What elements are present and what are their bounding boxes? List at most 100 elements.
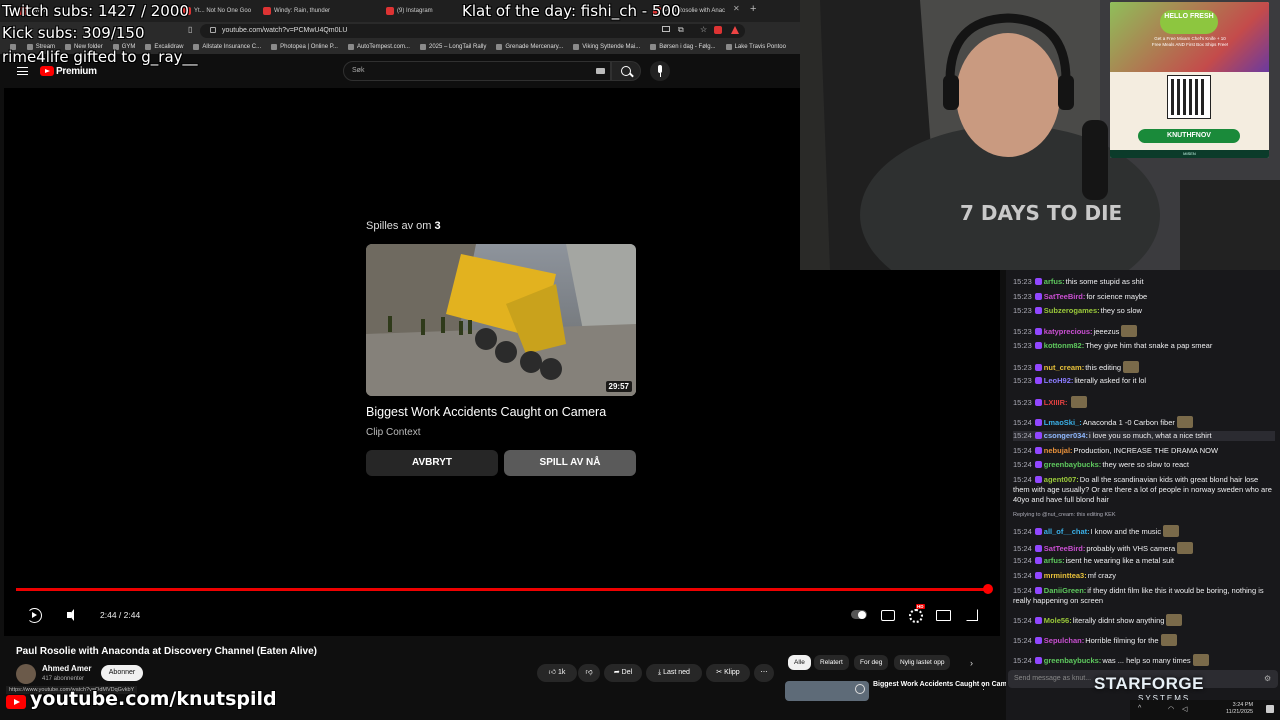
chat-username[interactable]: DaniiGreen:	[1044, 586, 1087, 595]
chat-username[interactable]: Sepulchan:	[1044, 636, 1084, 645]
recommended-more-icon[interactable]: ⋮	[979, 681, 988, 692]
chat-text: Anaconda 1 -0 Carbon fiber	[1082, 418, 1175, 427]
chat-username[interactable]: all_of__chat:	[1044, 527, 1090, 536]
autoplay-toggle[interactable]	[851, 610, 867, 619]
theater-mode-icon[interactable]	[935, 606, 953, 624]
progress-bar[interactable]	[16, 584, 993, 594]
bookmark-item[interactable]: Børsen i dag - Følg...	[650, 40, 716, 54]
captions-icon[interactable]	[880, 606, 898, 624]
extension-icon[interactable]	[714, 26, 722, 34]
bookmark-item[interactable]: Photopea | Online P...	[271, 40, 338, 54]
site-info-icon[interactable]	[210, 27, 216, 33]
chat-timestamp: 15:23	[1013, 327, 1032, 336]
play-now-button[interactable]: SPILL AV NÅ	[504, 450, 636, 476]
bookmark-item[interactable]: Allstate Insurance C...	[193, 40, 261, 54]
channel-avatar[interactable]	[16, 664, 36, 684]
chat-username[interactable]: LmaoSki_:	[1044, 418, 1082, 427]
chat-settings-icon[interactable]: ⚙	[1264, 674, 1271, 683]
chat-badge-icon	[1034, 432, 1042, 439]
channel-name[interactable]: Ahmed Amer	[42, 664, 92, 673]
next-video-channel[interactable]: Clip Context	[366, 427, 420, 438]
filter-chip[interactable]: Nylig lastet opp	[894, 655, 951, 670]
bookmark-item[interactable]: AutoTempest.com...	[347, 40, 410, 54]
chat-username[interactable]: arfus:	[1044, 556, 1065, 565]
chat-emote-icon	[1123, 361, 1140, 373]
like-button[interactable]: 👍︎ 1k	[537, 664, 577, 682]
scrubber-handle[interactable]	[983, 584, 993, 594]
speaker-icon[interactable]: ◁	[1182, 705, 1187, 713]
browser-tab[interactable]: (9) Instagram	[383, 3, 458, 19]
bookmark-item[interactable]: Viking Syttende Mai...	[573, 40, 640, 54]
bookmark-item[interactable]: Grenade Mercenary...	[496, 40, 563, 54]
promo-code: KNUTHFNOV	[1138, 129, 1240, 143]
volume-icon[interactable]	[64, 606, 82, 624]
recommended-thumbnail[interactable]	[785, 681, 869, 701]
chat-username[interactable]: Subzerogames:	[1044, 306, 1100, 315]
filter-chip[interactable]: Alle	[788, 655, 811, 670]
chat-username[interactable]: LeoH92:	[1044, 376, 1074, 385]
tray-clock[interactable]: 3:24 PM 11/21/2025	[1226, 702, 1253, 716]
chat-username[interactable]: SatTeeBird:	[1044, 292, 1086, 301]
chat-messages: 15:23 arfus:this some stupid as shit 15:23…	[1006, 270, 1280, 672]
clip-button[interactable]: ✂ Klipp	[706, 664, 750, 682]
dislike-button[interactable]: 👎︎	[578, 664, 600, 682]
replay-icon[interactable]	[25, 606, 43, 624]
chat-username[interactable]: greenbaybucks:	[1044, 656, 1102, 665]
tray-chevron-icon[interactable]: ^	[1138, 705, 1141, 712]
chat-username[interactable]: kottonm82:	[1044, 341, 1084, 350]
star-icon[interactable]: ☆	[700, 25, 707, 34]
chat-username[interactable]: Mole56:	[1044, 616, 1072, 625]
chat-username[interactable]: LXIIIR:	[1044, 398, 1068, 407]
next-video-title[interactable]: Biggest Work Accidents Caught on Camera	[366, 405, 606, 419]
bookmark-icon[interactable]: ▯	[188, 25, 192, 34]
youtube-handle: youtube.com/knutspild	[30, 688, 277, 710]
chat-username[interactable]: csonger034:	[1044, 431, 1088, 440]
chat-username[interactable]: nebujal:	[1044, 446, 1073, 455]
youtube-premium-label[interactable]: Premium	[56, 66, 97, 77]
chat-panel: 15:23 arfus:this some stupid as shit 15:23…	[1006, 270, 1280, 720]
browser-tab[interactable]: Windy: Rain, thunder	[260, 3, 335, 19]
search-input[interactable]: Søk	[343, 61, 611, 81]
recommended-title[interactable]: Biggest Work Accidents Caught on Camera	[873, 681, 1017, 688]
wifi-icon[interactable]: ◠	[1168, 705, 1174, 713]
bookmark-item[interactable]: 2025 – LongTail Rally	[419, 40, 486, 54]
chat-username[interactable]: agent007:	[1044, 475, 1079, 484]
chat-badge-icon	[1034, 528, 1042, 535]
chat-username[interactable]: SatTeeBird:	[1044, 544, 1086, 553]
cancel-autoplay-button[interactable]: AVBRYT	[366, 450, 498, 476]
more-actions-button[interactable]: ⋯	[754, 664, 774, 682]
voice-search-button[interactable]	[650, 61, 670, 81]
menu-icon[interactable]	[17, 67, 28, 75]
share-button[interactable]: ➦ Del	[604, 664, 642, 682]
reply-context-text: Replying to @nut_cream: this editing KEK	[1013, 512, 1116, 518]
filter-chip[interactable]: Relatert	[814, 655, 849, 670]
chat-timestamp: 15:24	[1013, 460, 1032, 469]
watch-later-icon[interactable]	[855, 684, 865, 694]
youtube-logo-icon[interactable]	[40, 66, 54, 76]
keyboard-icon[interactable]	[596, 68, 605, 74]
chat-message: 15:24 LmaoSki_:Anaconda 1 -0 Carbon fiber	[1013, 416, 1275, 428]
browser-tab[interactable]: Yt... Not No One Goo	[180, 3, 255, 19]
next-video-thumbnail[interactable]: 29:57	[366, 244, 636, 396]
translate-icon[interactable]: ⧉	[678, 25, 684, 35]
extension-2-icon[interactable]	[731, 26, 739, 34]
fullscreen-icon[interactable]	[963, 606, 981, 624]
chat-username[interactable]: arfus:	[1044, 277, 1065, 286]
chips-next-icon[interactable]: ›	[970, 658, 973, 668]
filter-chip[interactable]: For deg	[854, 655, 889, 670]
new-tab-icon[interactable]: +	[750, 3, 756, 15]
bookmark-item[interactable]: Lake Travis Pontoo	[725, 40, 786, 54]
search-button[interactable]	[611, 61, 641, 81]
chat-timestamp: 15:24	[1013, 475, 1032, 484]
chat-badge-icon	[1034, 637, 1042, 644]
notification-icon[interactable]	[1266, 705, 1274, 713]
chat-text: they were so slow to react	[1102, 460, 1190, 469]
close-tab-icon[interactable]: ✕	[733, 4, 740, 13]
chat-username[interactable]: mrminttea3:	[1044, 571, 1087, 580]
chat-username[interactable]: nut_cream:	[1044, 363, 1084, 372]
chat-username[interactable]: greenbaybucks:	[1044, 460, 1102, 469]
cast-icon[interactable]	[662, 26, 670, 32]
download-button[interactable]: ⤓ Last ned	[646, 664, 702, 682]
chat-username[interactable]: katyprecious:	[1044, 327, 1093, 336]
subscribe-button[interactable]: Abonner	[101, 665, 143, 681]
